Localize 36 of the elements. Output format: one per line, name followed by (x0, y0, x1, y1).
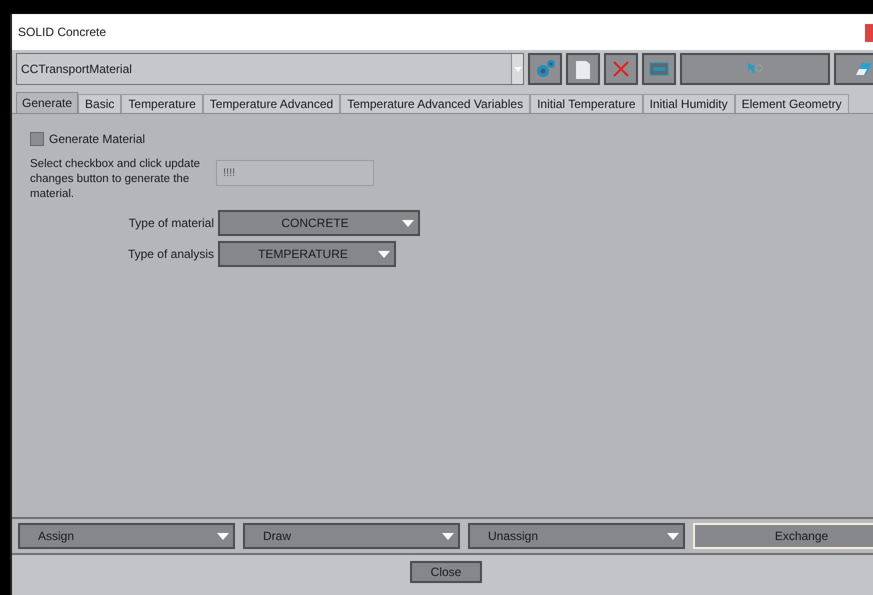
gears-icon (534, 59, 556, 79)
page-icon (576, 59, 590, 79)
action-button[interactable]: Unassign (468, 523, 685, 549)
caret-icon (217, 532, 229, 540)
close-dialog-button[interactable]: Close (410, 561, 482, 583)
tab[interactable]: Temperature (121, 94, 203, 113)
tab[interactable]: Generate (16, 92, 78, 113)
caret-icon (442, 532, 454, 540)
tab[interactable]: Initial Temperature (530, 94, 643, 113)
dropdown[interactable]: TEMPERATURE (218, 241, 396, 267)
tab[interactable]: Temperature Advanced Variables (340, 94, 530, 113)
checkbox-label: Generate Material (49, 131, 146, 148)
caret-icon (378, 250, 390, 258)
field-label: Type of analysis (126, 246, 215, 263)
tab[interactable]: Initial Humidity (642, 94, 735, 113)
panel-icon (649, 62, 669, 76)
tab[interactable]: Basic (78, 94, 122, 113)
action-button[interactable]: Exchange (693, 523, 873, 549)
eraser-icon (856, 62, 872, 76)
checkbox[interactable] (30, 132, 44, 146)
action-button[interactable]: Draw (243, 523, 460, 549)
caret-icon (514, 66, 522, 72)
close-icon (612, 60, 630, 78)
caret-icon (667, 532, 679, 540)
window-title: SOLID Concrete (18, 24, 106, 41)
name-field[interactable]: !!!! (216, 160, 374, 186)
field-label: Type of material (128, 215, 215, 232)
caret-icon (402, 220, 414, 226)
material-select[interactable]: CCTransportMaterial (16, 53, 524, 85)
tab[interactable]: Element Geometry (734, 94, 849, 113)
dropdown[interactable]: CONCRETE (218, 210, 420, 236)
tab[interactable]: Temperature Advanced (202, 94, 340, 113)
toolbar-button[interactable] (566, 53, 600, 85)
hint-text: Select checkbox and click update changes button to generate the material. (30, 157, 202, 202)
cursor-icon (747, 62, 763, 76)
action-button[interactable]: Assign (18, 523, 235, 549)
